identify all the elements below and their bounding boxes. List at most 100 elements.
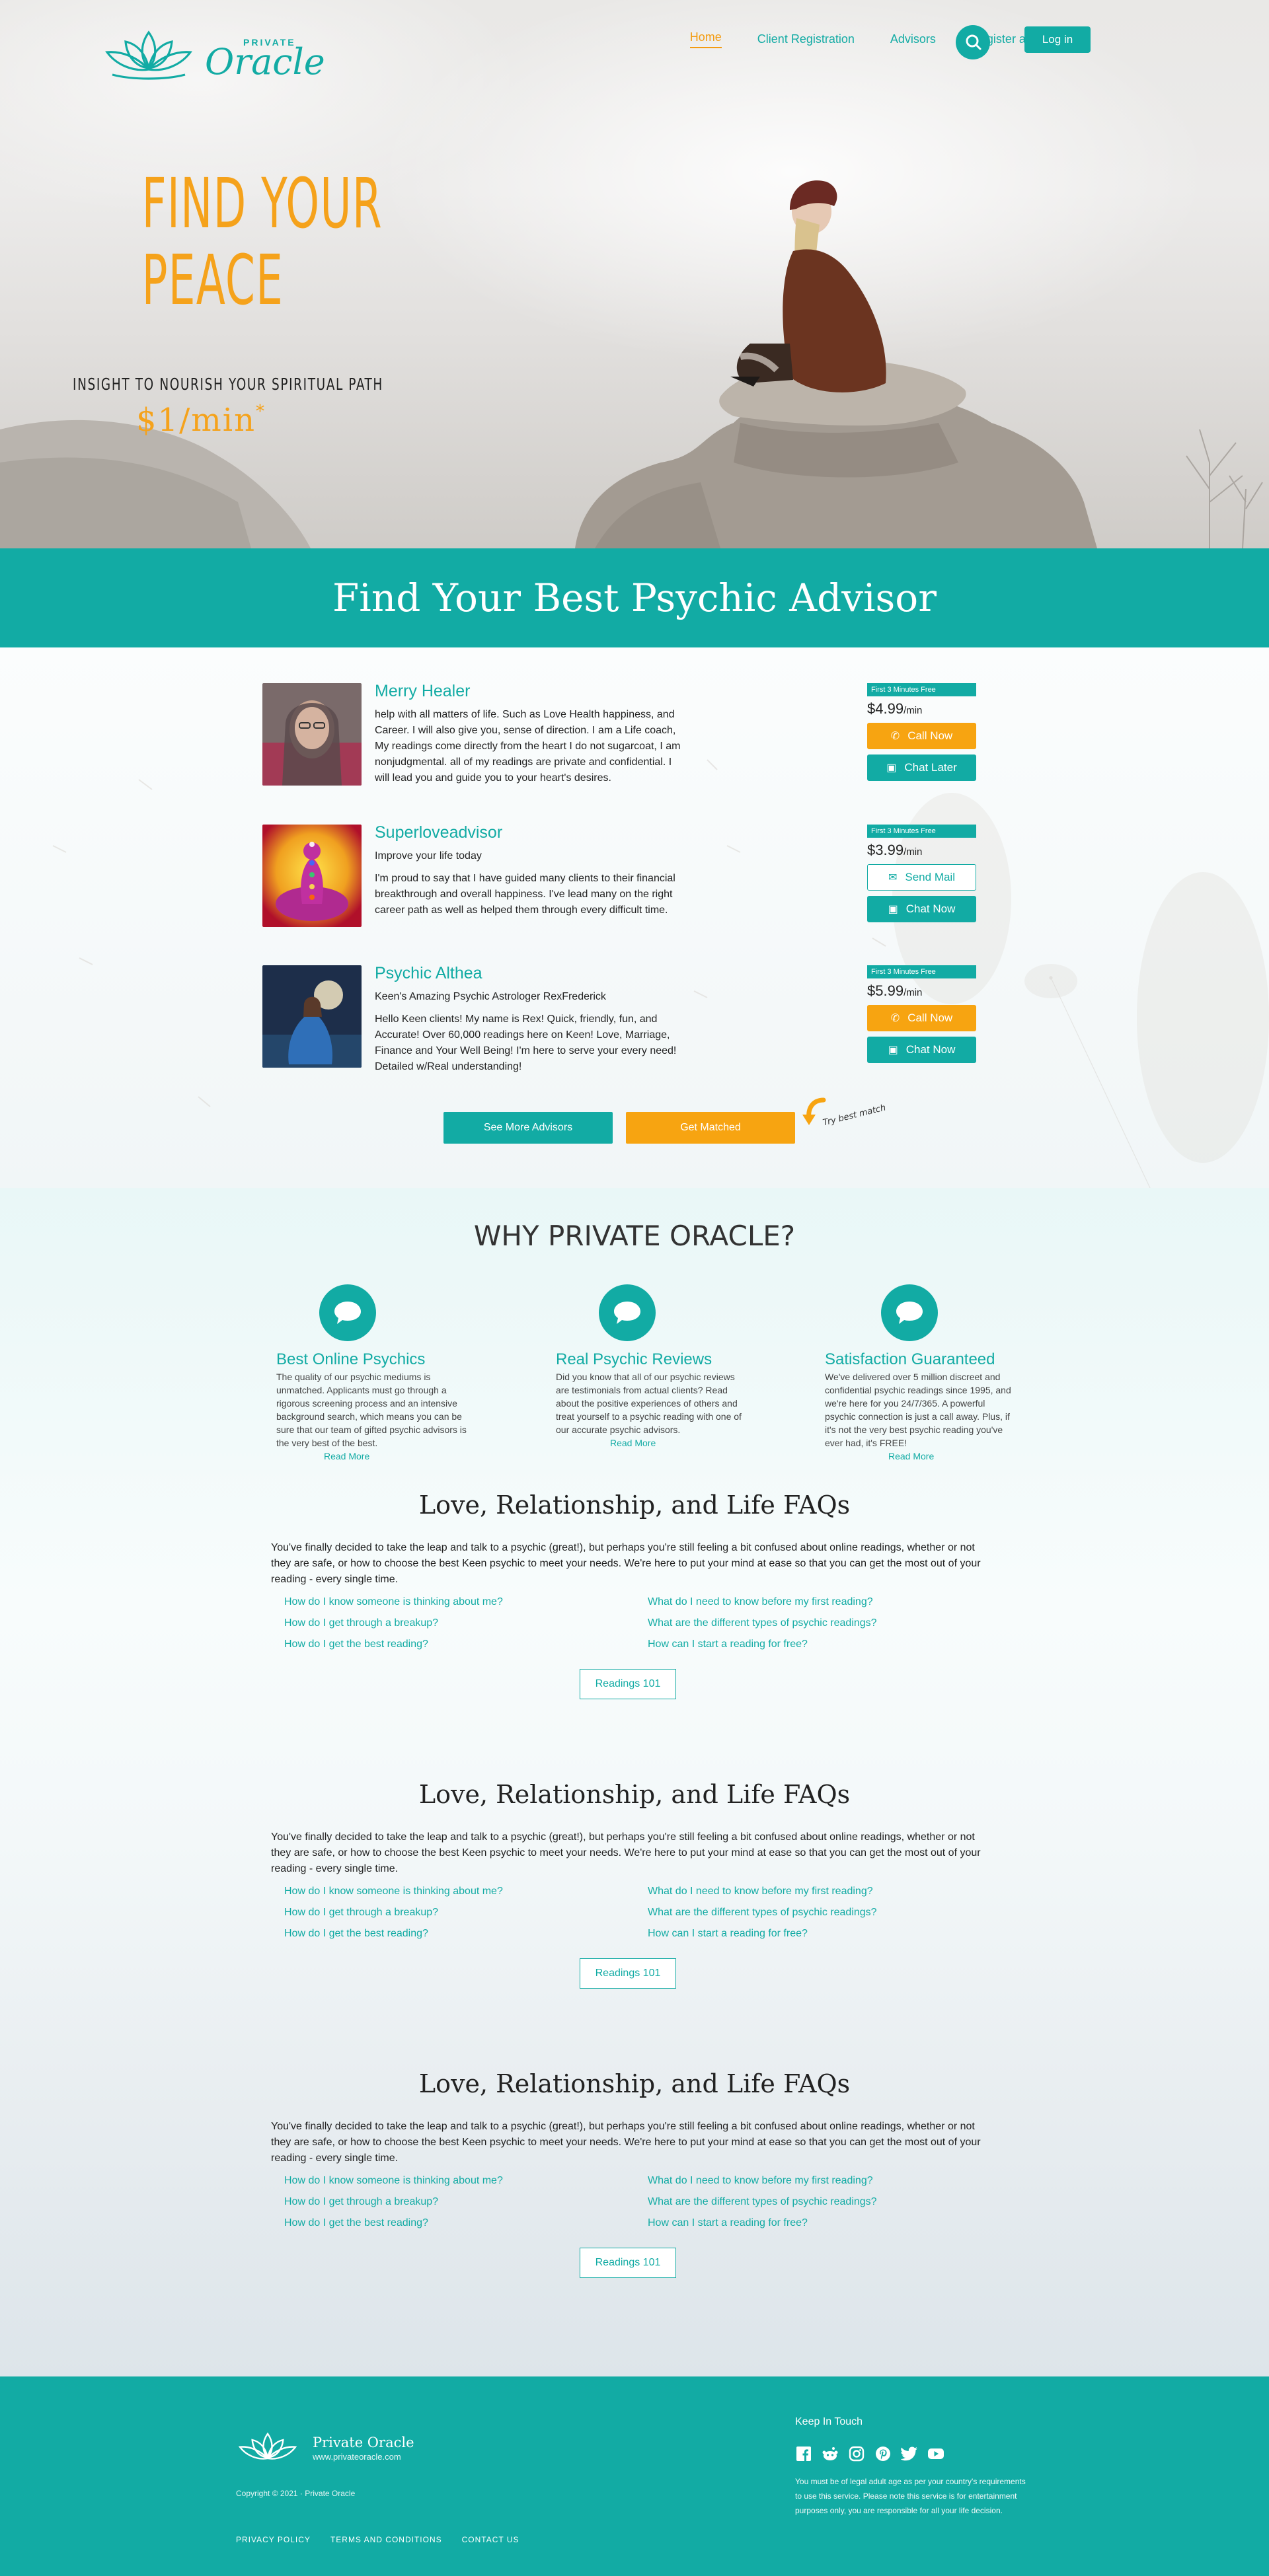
login-button[interactable]: Log in — [1024, 26, 1091, 53]
advisors-section: Merry Healer help with all matters of li… — [0, 647, 1269, 1188]
chat-later-button[interactable]: ▣ Chat Later — [867, 754, 976, 781]
faq-link[interactable]: How do I know someone is thinking about … — [284, 1886, 503, 1897]
advisor-price: $4.99/min — [867, 700, 923, 717]
faq-link[interactable]: How can I start a reading for free? — [648, 1928, 877, 1940]
advisor-name[interactable]: Psychic Althea — [375, 964, 482, 983]
faq-links-right: What do I need to know before my first r… — [648, 2175, 877, 2229]
feature-title: Real Psychic Reviews — [556, 1350, 712, 1368]
instagram-icon[interactable] — [848, 2445, 865, 2462]
readings-101-button[interactable]: Readings 101 — [580, 2248, 676, 2278]
call-now-button[interactable]: ✆ Call Now — [867, 1005, 976, 1031]
faq-link[interactable]: How do I get through a breakup? — [284, 2196, 503, 2208]
advisor-cta-row: See More Advisors Get Matched — [443, 1112, 795, 1144]
nav-client-registration[interactable]: Client Registration — [757, 32, 855, 46]
footer-url[interactable]: www.privateoracle.com — [313, 2452, 414, 2462]
hero-subtitle: INSIGHT TO NOURISH YOUR SPIRITUAL PATH — [73, 375, 383, 394]
footer: Private Oracle www.privateoracle.com Cop… — [0, 2376, 1269, 2576]
footer-links: PRIVACY POLICY TERMS AND CONDITIONS CONT… — [236, 2535, 519, 2544]
readings-101-button[interactable]: Readings 101 — [580, 1958, 676, 1989]
faq-link[interactable]: What do I need to know before my first r… — [648, 1596, 877, 1608]
faq-links-right: What do I need to know before my first r… — [648, 1886, 877, 1940]
faq-link[interactable]: How do I get the best reading? — [284, 1638, 503, 1650]
faq-intro: You've finally decided to take the leap … — [271, 2121, 981, 2164]
faq-link[interactable]: How do I know someone is thinking about … — [284, 1596, 503, 1608]
chat-icon: ▣ — [888, 1045, 898, 1056]
contact-us-link[interactable]: CONTACT US — [462, 2535, 519, 2544]
read-more-link[interactable]: Read More — [324, 1451, 468, 1461]
privacy-policy-link[interactable]: PRIVACY POLICY — [236, 2535, 311, 2544]
hero-title-line1: FIND YOUR — [141, 163, 383, 244]
faq-link[interactable]: How do I get through a breakup? — [284, 1907, 503, 1919]
send-mail-button[interactable]: ✉ Send Mail — [867, 864, 976, 891]
faq-link[interactable]: What are the different types of psychic … — [648, 2196, 877, 2208]
footer-logo[interactable]: Private Oracle www.privateoracle.com — [235, 2429, 414, 2466]
faq-link[interactable]: What do I need to know before my first r… — [648, 1886, 877, 1897]
legal-disclaimer: You must be of legal adult age as per yo… — [795, 2477, 1026, 2515]
faq-link[interactable]: How do I get the best reading? — [284, 2217, 503, 2229]
advisor-heading: Find Your Best Psychic Advisor — [332, 575, 937, 620]
faq-link[interactable]: What do I need to know before my first r… — [648, 2175, 877, 2187]
copyright: Copyright © 2021 · Private Oracle — [236, 2489, 356, 2498]
advisor-actions: First 3 Minutes Free $3.99/min ✉ Send Mai… — [867, 825, 976, 922]
faq-link[interactable]: How do I get the best reading? — [284, 1928, 503, 1940]
advisor-bio: Hello Keen clients! My name is Rex! Quic… — [375, 1013, 677, 1072]
read-more-link[interactable]: Read More — [888, 1451, 1017, 1461]
phone-icon: ✆ — [890, 1013, 900, 1024]
advisor-avatar[interactable] — [262, 683, 362, 786]
nav-home[interactable]: Home — [689, 30, 722, 48]
faq-intro: You've finally decided to take the leap … — [271, 1542, 981, 1585]
advisor-avatar[interactable] — [262, 965, 362, 1068]
brand-logo[interactable]: PRIVATE Oracle — [99, 24, 325, 83]
faq-links-right: What do I need to know before my first r… — [648, 1596, 877, 1650]
faq-link[interactable]: How do I get through a breakup? — [284, 1617, 503, 1629]
phone-icon: ✆ — [890, 731, 900, 742]
faq-link[interactable]: What are the different types of psychic … — [648, 1617, 877, 1629]
woman-figure — [730, 180, 886, 392]
chat-icon: ▣ — [886, 762, 897, 774]
advisor-price: $5.99/min — [867, 982, 923, 999]
advisor-name[interactable]: Merry Healer — [375, 682, 470, 701]
facebook-icon[interactable] — [795, 2445, 812, 2462]
chat-now-button[interactable]: ▣ Chat Now — [867, 1037, 976, 1063]
advisor-bio: help with all matters of life. Such as L… — [375, 709, 681, 784]
advisor-card: Merry Healer help with all matters of li… — [262, 682, 976, 809]
chat-now-button[interactable]: ▣ Chat Now — [867, 896, 976, 922]
pinterest-icon[interactable] — [874, 2445, 892, 2462]
faq-link[interactable]: What are the different types of psychic … — [648, 1907, 877, 1919]
terms-link[interactable]: TERMS AND CONDITIONS — [330, 2535, 442, 2544]
lotus-icon — [105, 30, 192, 80]
twitter-icon[interactable] — [901, 2445, 918, 2462]
feature-card: Best Online Psychics The quality of our … — [276, 1284, 468, 1461]
why-section: WHY PRIVATE ORACLE? Best Online Psychics… — [0, 1188, 1269, 1490]
advisor-avatar[interactable] — [262, 825, 362, 927]
feature-text: The quality of our psychic mediums is un… — [276, 1372, 467, 1448]
advisor-tagline: Keen's Amazing Psychic Astrologer RexFre… — [375, 991, 606, 1002]
search-button[interactable] — [956, 25, 990, 59]
faq-section: Love, Relationship, and Life FAQs You've… — [0, 2069, 1269, 2376]
reddit-icon[interactable] — [822, 2445, 839, 2462]
feature-title: Best Online Psychics — [276, 1350, 426, 1368]
see-more-advisors-button[interactable]: See More Advisors — [443, 1112, 613, 1144]
faq-title: Love, Relationship, and Life FAQs — [418, 1780, 851, 1809]
call-now-button[interactable]: ✆ Call Now — [867, 723, 976, 749]
faq-title: Love, Relationship, and Life FAQs — [418, 2069, 851, 2098]
get-matched-button[interactable]: Get Matched — [626, 1112, 795, 1144]
advisor-card: Psychic Althea Keen's Amazing Psychic As… — [262, 964, 976, 1091]
readings-101-button[interactable]: Readings 101 — [580, 1669, 676, 1699]
keep-in-touch-heading: Keep In Touch — [795, 2416, 863, 2427]
faq-link[interactable]: How do I know someone is thinking about … — [284, 2175, 503, 2187]
nav-advisors[interactable]: Advisors — [890, 32, 936, 46]
faq-links-left: How do I know someone is thinking about … — [284, 1596, 503, 1650]
feature-title: Satisfaction Guaranteed — [825, 1350, 995, 1368]
read-more-link[interactable]: Read More — [610, 1438, 748, 1448]
hero-title: FIND YOUR PEACE — [141, 163, 383, 318]
chat-icon: ▣ — [888, 904, 898, 915]
faq-link[interactable]: How can I start a reading for free? — [648, 2217, 877, 2229]
lower-content: WHY PRIVATE ORACLE? Best Online Psychics… — [0, 1188, 1269, 2376]
feature-card: Real Psychic Reviews Did you know that a… — [556, 1284, 748, 1448]
faq-title: Love, Relationship, and Life FAQs — [418, 1490, 851, 1520]
free-minutes-badge: First 3 Minutes Free — [867, 965, 976, 978]
advisor-name[interactable]: Superloveadvisor — [375, 823, 502, 842]
faq-link[interactable]: How can I start a reading for free? — [648, 1638, 877, 1650]
youtube-icon[interactable] — [927, 2445, 944, 2462]
